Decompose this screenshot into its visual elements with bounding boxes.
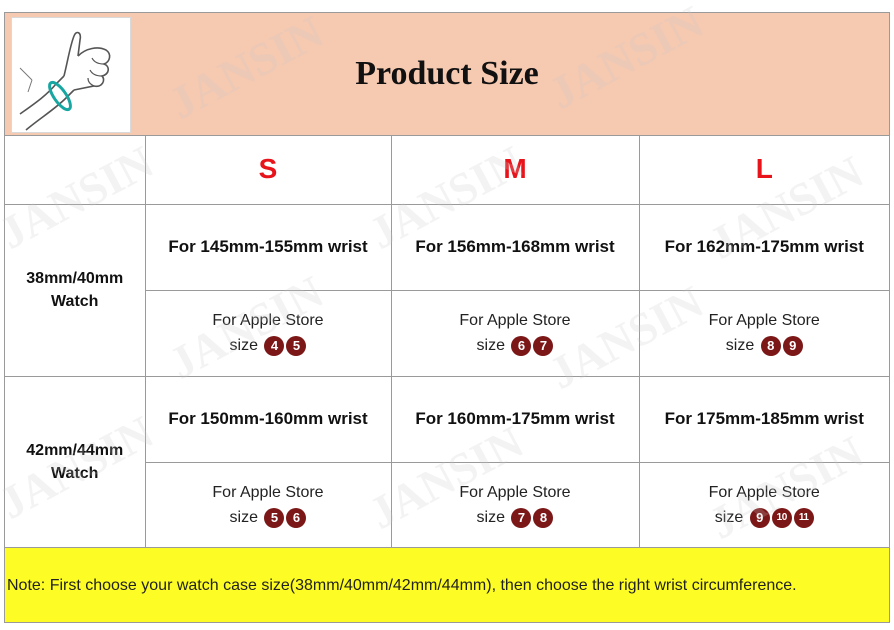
page-title: Product Size	[355, 55, 539, 92]
store-size-line: size 56	[146, 505, 391, 530]
model-cell-42-44: 42mm/44mm Watch	[5, 375, 146, 549]
size-badge: 6	[286, 507, 307, 528]
size-header-row: S M L	[5, 135, 889, 205]
size-badge: 8	[533, 507, 554, 528]
size-badge: 5	[264, 507, 285, 528]
size-badge: 11	[793, 507, 814, 528]
store-size-line: size 78	[392, 505, 639, 530]
model-name: 42mm/44mm	[26, 442, 124, 459]
wrist-range: For 156mm-168mm wrist	[415, 237, 615, 256]
size-badge: 9	[749, 507, 770, 528]
size-chart: Product Size S M L 38mm/40mm Watch For 1…	[4, 12, 890, 623]
store-size-line: size 67	[392, 333, 639, 358]
wrist-cell: For 162mm-175mm wrist	[638, 203, 889, 291]
store-label: For Apple Store	[212, 312, 324, 329]
store-cell: For Apple Store size 45	[145, 289, 392, 377]
store-size-line: size 89	[640, 333, 890, 358]
note-banner: Note: First choose your watch case size(…	[5, 547, 889, 622]
size-label: L	[755, 153, 773, 185]
wrist-range: For 145mm-155mm wrist	[168, 237, 368, 256]
wrist-range: For 175mm-185mm wrist	[664, 409, 864, 428]
size-badge: 10	[771, 507, 792, 528]
header-band: Product Size	[5, 13, 889, 136]
store-label: For Apple Store	[212, 484, 324, 501]
store-label: For Apple Store	[708, 484, 820, 501]
size-word: size	[725, 337, 755, 354]
wrist-range: For 160mm-175mm wrist	[415, 409, 615, 428]
size-word: size	[229, 509, 258, 526]
size-table: S M L 38mm/40mm Watch For 145mm-155mm wr…	[5, 135, 889, 549]
size-word: size	[229, 337, 258, 354]
size-label: M	[503, 153, 527, 185]
size-badge: 7	[511, 507, 532, 528]
size-header-l: L	[638, 135, 889, 205]
store-label: For Apple Store	[459, 312, 571, 329]
size-badge: 8	[760, 335, 781, 356]
wrist-range: For 162mm-175mm wrist	[664, 237, 864, 256]
size-badge: 4	[264, 335, 285, 356]
model-suffix: Watch	[51, 293, 99, 310]
wrist-cell: For 156mm-168mm wrist	[390, 203, 640, 291]
size-badge: 6	[511, 335, 532, 356]
store-cell: For Apple Store size 56	[145, 461, 392, 549]
model-suffix: Watch	[51, 465, 99, 482]
size-word: size	[476, 337, 505, 354]
wrist-cell: For 150mm-160mm wrist	[144, 375, 392, 463]
size-header-s: S	[144, 135, 392, 205]
size-word: size	[714, 509, 744, 526]
wrist-range: For 150mm-160mm wrist	[168, 409, 368, 428]
store-cell: For Apple Store size 78	[390, 461, 640, 549]
store-size-line: size 45	[146, 333, 391, 358]
store-label: For Apple Store	[708, 312, 820, 329]
store-size-line: size 9 10 11	[640, 505, 890, 530]
wrist-cell: For 160mm-175mm wrist	[390, 375, 640, 463]
store-cell: For Apple Store size 89	[638, 289, 890, 377]
store-label: For Apple Store	[459, 484, 571, 501]
size-badge: 7	[533, 335, 554, 356]
model-name: 38mm/40mm	[26, 270, 124, 287]
size-badge: 5	[286, 335, 307, 356]
size-header-m: M	[390, 135, 640, 205]
table-row: 42mm/44mm Watch For 150mm-160mm wrist Fo…	[5, 375, 889, 549]
model-cell-38-40: 38mm/40mm Watch	[5, 203, 146, 377]
store-cell: For Apple Store size 9 10 11	[638, 461, 890, 549]
corner-cell	[5, 135, 146, 205]
size-word: size	[476, 509, 505, 526]
wrist-cell: For 175mm-185mm wrist	[638, 375, 889, 463]
wrist-cell: For 145mm-155mm wrist	[144, 203, 392, 291]
table-row: 38mm/40mm Watch For 145mm-155mm wrist Fo…	[5, 203, 889, 377]
store-cell: For Apple Store size 67	[390, 289, 640, 377]
size-badge: 9	[782, 335, 803, 356]
size-label: S	[258, 153, 278, 185]
